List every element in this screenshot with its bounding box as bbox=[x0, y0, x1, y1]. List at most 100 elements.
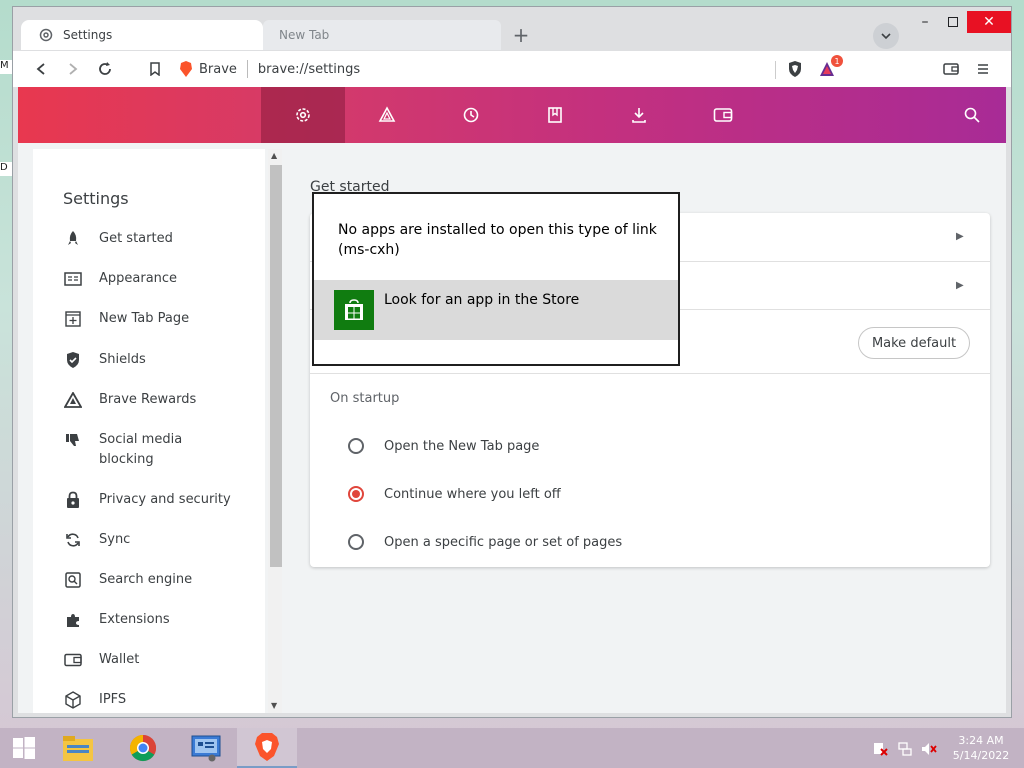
nav-rewards[interactable] bbox=[345, 87, 429, 143]
tab-search-button[interactable] bbox=[873, 23, 899, 49]
rewards-badge: 1 bbox=[831, 55, 843, 67]
sidebar-item-shields[interactable]: Shields bbox=[63, 350, 263, 370]
nav-history[interactable] bbox=[429, 87, 513, 143]
back-icon bbox=[36, 63, 45, 75]
maximize-icon bbox=[948, 17, 958, 27]
desktop-edge-fragment: M bbox=[0, 60, 12, 74]
toolbar: Brave brave://settings 1 bbox=[13, 51, 1011, 87]
bookmark-page-button[interactable] bbox=[143, 57, 167, 81]
radio-button[interactable] bbox=[348, 438, 364, 454]
nav-downloads[interactable] bbox=[597, 87, 681, 143]
settings-search-button[interactable] bbox=[938, 87, 1006, 143]
minimize-button[interactable]: – bbox=[911, 11, 939, 33]
sidebar-item-label: Brave Rewards bbox=[99, 392, 197, 407]
gear-icon bbox=[296, 108, 310, 122]
rewards-button[interactable]: 1 bbox=[817, 55, 843, 81]
shields-button[interactable] bbox=[783, 57, 807, 81]
no-app-dialog: No apps are installed to open this type … bbox=[312, 192, 680, 366]
reload-button[interactable] bbox=[93, 57, 117, 81]
scroll-down-arrow-icon[interactable]: ▼ bbox=[271, 701, 277, 710]
brave-lion-icon bbox=[180, 61, 192, 77]
puzzle-icon bbox=[63, 610, 83, 630]
sidebar-title: Settings bbox=[63, 189, 129, 208]
brave-icon bbox=[255, 733, 279, 761]
sidebar-item-ipfs[interactable]: IPFS bbox=[63, 690, 263, 710]
sidebar-item-label: Privacy and security bbox=[99, 492, 231, 507]
sidebar-scrollbar[interactable]: ▲ ▼ bbox=[268, 149, 282, 713]
wallet-icon bbox=[63, 650, 83, 670]
sidebar-item-label: Extensions bbox=[99, 612, 170, 627]
tab-strip: Settings New Tab + – ✕ bbox=[13, 7, 1011, 51]
shield-icon bbox=[63, 350, 83, 370]
bookmark-icon bbox=[548, 107, 562, 123]
store-icon bbox=[334, 290, 374, 330]
close-button[interactable]: ✕ bbox=[967, 11, 1011, 33]
sidebar-item-label: IPFS bbox=[99, 692, 127, 707]
forward-button[interactable] bbox=[61, 57, 85, 81]
volume-muted-icon[interactable] bbox=[920, 740, 938, 758]
action-center-icon[interactable] bbox=[872, 740, 890, 758]
site-label: Brave bbox=[199, 61, 237, 77]
radio-label: Continue where you left off bbox=[384, 486, 561, 502]
sidebar-item-wallet[interactable]: Wallet bbox=[63, 650, 263, 670]
taskbar-brave[interactable] bbox=[237, 728, 297, 768]
sidebar-item-label: Search engine bbox=[99, 572, 193, 587]
sidebar-item-label: Shields bbox=[99, 352, 146, 367]
back-button[interactable] bbox=[29, 57, 53, 81]
taskbar-chrome[interactable] bbox=[113, 728, 173, 768]
maximize-button[interactable] bbox=[939, 11, 967, 33]
tab-label: New Tab bbox=[279, 28, 330, 42]
network-icon[interactable] bbox=[896, 740, 914, 758]
wallet-button[interactable] bbox=[939, 57, 963, 81]
nav-settings[interactable] bbox=[261, 87, 345, 143]
sidebar-item-appearance[interactable]: Appearance bbox=[63, 269, 263, 289]
gear-icon bbox=[37, 26, 55, 44]
sidebar-item-sync[interactable]: Sync bbox=[63, 530, 263, 550]
sidebar-item-social-media-blocking[interactable]: Social media blocking bbox=[63, 430, 263, 470]
radio-button[interactable] bbox=[348, 534, 364, 550]
hamburger-icon bbox=[978, 64, 988, 74]
sidebar-item-new-tab-page[interactable]: New Tab Page bbox=[63, 309, 263, 329]
nav-bookmarks[interactable] bbox=[513, 87, 597, 143]
chrome-icon bbox=[129, 734, 157, 762]
sidebar-item-extensions[interactable]: Extensions bbox=[63, 610, 263, 630]
system-clock[interactable]: 3:24 AM 5/14/2022 bbox=[948, 733, 1014, 763]
sidebar-item-label: Social media blocking bbox=[99, 432, 183, 467]
scroll-up-arrow-icon[interactable]: ▲ bbox=[271, 151, 277, 160]
history-icon bbox=[463, 107, 479, 123]
sidebar-item-privacy-and-security[interactable]: Privacy and security bbox=[63, 490, 263, 510]
sidebar-item-get-started[interactable]: Get started bbox=[63, 229, 263, 249]
startup-option-new-tab[interactable]: Open the New Tab page bbox=[348, 438, 539, 454]
caret-right-icon[interactable]: ▶ bbox=[956, 231, 964, 242]
tab-settings[interactable]: Settings bbox=[21, 20, 263, 50]
taskbar-control-panel[interactable] bbox=[176, 728, 236, 768]
caret-right-icon[interactable]: ▶ bbox=[956, 280, 964, 291]
radio-button-checked[interactable] bbox=[348, 486, 364, 502]
make-default-button[interactable]: Make default bbox=[858, 327, 970, 359]
tab-new-tab[interactable]: New Tab bbox=[263, 20, 501, 50]
scrollbar-thumb[interactable] bbox=[270, 165, 282, 567]
address-bar[interactable]: Brave brave://settings bbox=[179, 55, 775, 83]
file-explorer-icon bbox=[63, 736, 93, 761]
clock-time: 3:24 AM bbox=[958, 734, 1004, 747]
search-engine-icon bbox=[63, 570, 83, 590]
sidebar-item-brave-rewards[interactable]: Brave Rewards bbox=[63, 390, 263, 410]
brave-shield-icon bbox=[789, 61, 801, 77]
appearance-icon bbox=[63, 269, 83, 289]
new-tab-button[interactable]: + bbox=[509, 23, 533, 47]
startup-option-specific-pages[interactable]: Open a specific page or set of pages bbox=[348, 534, 622, 550]
on-startup-label: On startup bbox=[330, 391, 400, 406]
sidebar-item-label: Appearance bbox=[99, 271, 178, 286]
sidebar-item-label: New Tab Page bbox=[99, 311, 190, 326]
desktop-edge-fragment: D bbox=[0, 162, 12, 176]
taskbar-file-explorer[interactable] bbox=[48, 728, 108, 768]
nav-wallet[interactable] bbox=[681, 87, 765, 143]
look-in-store-option[interactable]: Look for an app in the Store bbox=[314, 280, 678, 340]
wallet-icon bbox=[943, 63, 959, 75]
startup-option-continue[interactable]: Continue where you left off bbox=[348, 486, 561, 502]
start-button[interactable] bbox=[0, 728, 48, 768]
cube-icon bbox=[63, 690, 83, 710]
sidebar-item-search-engine[interactable]: Search engine bbox=[63, 570, 263, 590]
menu-button[interactable] bbox=[971, 57, 995, 81]
sync-icon bbox=[63, 530, 83, 550]
